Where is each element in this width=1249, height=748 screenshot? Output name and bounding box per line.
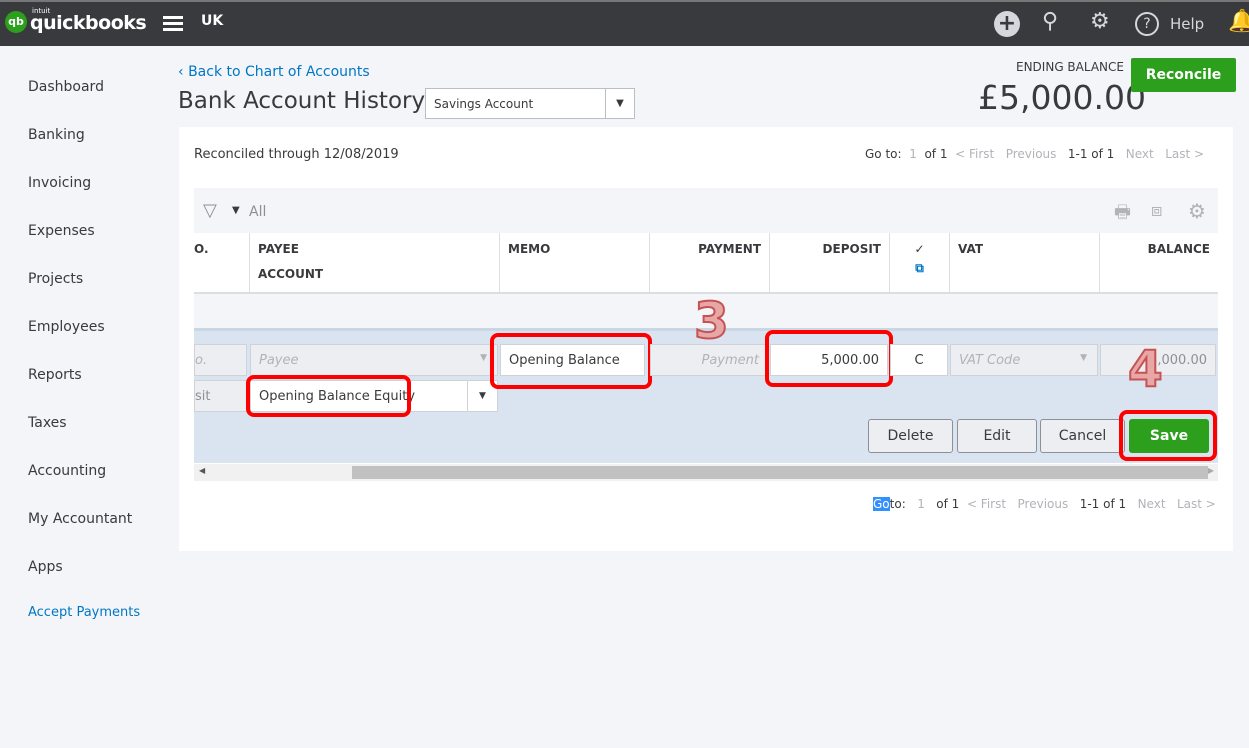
goto-label: Go to: [865, 147, 902, 161]
bell-icon[interactable]: 🔔 [1228, 9, 1249, 34]
step-4-annotation: 4 [1127, 339, 1164, 399]
goto-page-input[interactable]: 1 [917, 497, 925, 511]
search-icon[interactable]: ⚲ [1042, 9, 1058, 34]
ref-no-field[interactable]: o. [194, 344, 247, 376]
plus-icon[interactable]: + [994, 11, 1020, 37]
first-link[interactable]: < First [967, 497, 1006, 511]
print-icon[interactable]: 🖶 [1114, 200, 1131, 230]
range-text: 1-1 of 1 [1079, 497, 1127, 511]
first-link[interactable]: < First [955, 147, 994, 161]
filter-value[interactable]: All [249, 204, 266, 220]
highlight-memo [490, 333, 652, 389]
transaction-type: sit [194, 380, 248, 412]
checkmark-icon: ✓ [914, 242, 925, 256]
top-bar: qb intuit quickbooks UK + ⚲ ⚙ ? Help 🔔 [0, 0, 1249, 46]
company-name[interactable]: UK [201, 13, 223, 29]
previous-link[interactable]: Previous [1018, 497, 1069, 511]
col-no[interactable]: O. [194, 233, 250, 293]
sidebar-item-expenses[interactable]: Expenses [28, 223, 95, 239]
chevron-down-icon: ▼ [1080, 353, 1087, 363]
account-select[interactable]: Savings Account ▼ [425, 88, 635, 119]
col-deposit[interactable]: DEPOSIT [770, 233, 890, 293]
page-title: Bank Account History [178, 88, 426, 114]
page-count: of 1 [936, 497, 960, 511]
goto-label: to: [889, 497, 906, 511]
help-icon[interactable]: ? [1135, 12, 1159, 36]
goto-page-input[interactable]: 1 [909, 147, 917, 161]
quickbooks-logo-icon[interactable]: qb [5, 11, 27, 33]
bottom-pagination: Goto: 1 of 1 < First Previous 1-1 of 1 N… [873, 497, 1216, 511]
account-select-value: Savings Account [434, 97, 534, 111]
step-3-annotation: 3 [693, 291, 730, 351]
goto-selected-text: Go [873, 497, 890, 511]
ending-balance-value: £5,000.00 [978, 78, 1146, 117]
back-link[interactable]: ‹ Back to Chart of Accounts [178, 64, 370, 80]
col-account-label: ACCOUNT [258, 267, 324, 281]
page-count: of 1 [924, 147, 948, 161]
sidebar-item-accounting[interactable]: Accounting [28, 463, 106, 479]
caret-down-icon[interactable]: ▼ [232, 205, 240, 216]
payee-placeholder: Payee [259, 353, 299, 368]
highlight-deposit [765, 330, 893, 387]
scroll-right-icon[interactable]: ▶ [1208, 466, 1214, 475]
filter-icon[interactable]: ▽ [203, 200, 217, 221]
back-link-label: Back to Chart of Accounts [188, 64, 370, 80]
sidebar-item-employees[interactable]: Employees [28, 319, 105, 335]
sidebar-item-my-accountant[interactable]: My Accountant [28, 511, 132, 527]
last-link[interactable]: Last > [1177, 497, 1216, 511]
col-balance[interactable]: BALANCE [1100, 233, 1218, 293]
col-payee[interactable]: PAYEE ACCOUNT [250, 233, 500, 293]
vat-placeholder: VAT Code [959, 353, 1021, 368]
table-toolbar: ▽ ▼ All 🖶 ⧈ ⚙ [194, 188, 1218, 233]
highlight-account [246, 375, 411, 417]
payee-field[interactable]: Payee ▼ [250, 344, 498, 376]
menu-icon[interactable] [163, 16, 183, 31]
highlight-save [1119, 410, 1217, 461]
previous-link[interactable]: Previous [1006, 147, 1057, 161]
sidebar-item-projects[interactable]: Projects [28, 271, 83, 287]
reconciled-through: Reconciled through 12/08/2019 [194, 147, 399, 162]
export-icon[interactable]: ⧈ [1151, 200, 1162, 221]
chevron-down-icon: ▼ [605, 89, 634, 118]
gear-icon[interactable]: ⚙ [1090, 9, 1110, 34]
ending-balance-label: ENDING BALANCE [1016, 60, 1124, 74]
logo-text[interactable]: quickbooks [30, 12, 147, 34]
chevron-down-icon: ▼ [480, 353, 487, 363]
next-link[interactable]: Next [1138, 497, 1166, 511]
cleared-field[interactable]: C [890, 344, 948, 376]
reconcile-button[interactable]: Reconcile [1131, 58, 1236, 92]
delete-button[interactable]: Delete [868, 419, 953, 453]
sidebar-item-invoicing[interactable]: Invoicing [28, 175, 91, 191]
scrollbar-thumb[interactable] [352, 466, 1208, 479]
cancel-button[interactable]: Cancel [1040, 419, 1125, 453]
top-pagination: Go to: 1 of 1 < First Previous 1-1 of 1 … [865, 147, 1204, 161]
sidebar-item-taxes[interactable]: Taxes [28, 415, 67, 431]
col-vat[interactable]: VAT [950, 233, 1100, 293]
sidebar-item-dashboard[interactable]: Dashboard [28, 79, 104, 95]
last-link[interactable]: Last > [1165, 147, 1204, 161]
range-text: 1-1 of 1 [1067, 147, 1115, 161]
copy-icon[interactable]: ⧉ [898, 261, 941, 276]
edit-button[interactable]: Edit [957, 419, 1037, 453]
sidebar-item-banking[interactable]: Banking [28, 127, 85, 143]
col-cleared[interactable]: ✓ ⧉ [890, 233, 950, 293]
sidebar-item-accept-payments[interactable]: Accept Payments [28, 605, 140, 620]
col-payee-label: PAYEE [258, 242, 299, 256]
sidebar-item-apps[interactable]: Apps [28, 559, 63, 575]
scroll-left-icon[interactable]: ◀ [199, 466, 205, 475]
chevron-left-icon: ‹ [178, 64, 189, 80]
col-memo[interactable]: MEMO [500, 233, 650, 293]
col-payment[interactable]: PAYMENT [650, 233, 770, 293]
vat-field[interactable]: VAT Code ▼ [950, 344, 1098, 376]
help-link[interactable]: Help [1170, 15, 1204, 33]
next-link[interactable]: Next [1126, 147, 1154, 161]
settings-icon[interactable]: ⚙ [1188, 199, 1206, 223]
sidebar-item-reports[interactable]: Reports [28, 367, 82, 383]
